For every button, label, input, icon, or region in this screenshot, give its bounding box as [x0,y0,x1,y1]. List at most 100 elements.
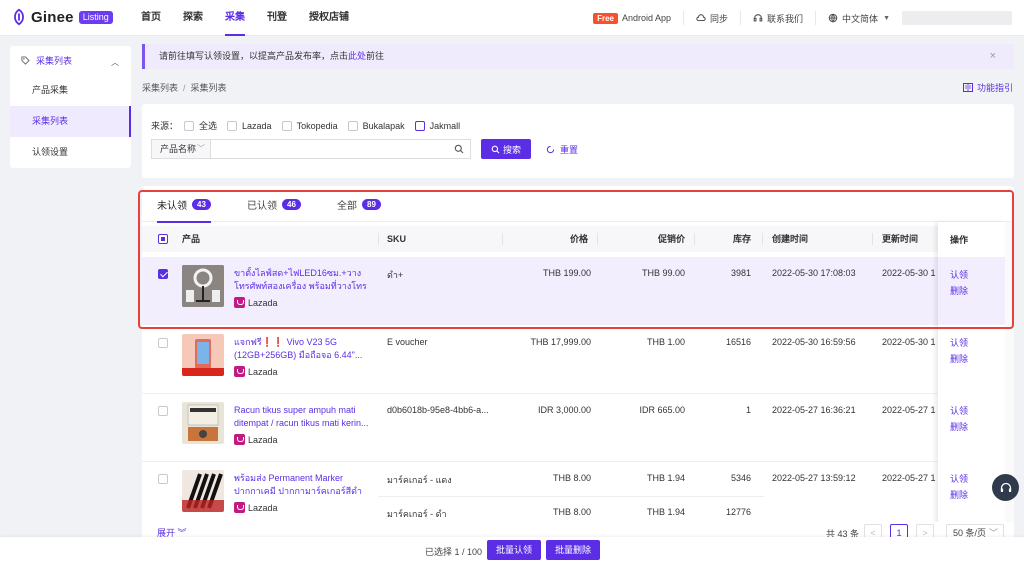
batch-claim-button[interactable]: 批量认领 [487,540,541,560]
product-thumbnail[interactable] [182,334,224,376]
table-row[interactable]: Racun tikus super ampuh mati ditempat / … [142,394,1005,462]
delete-link[interactable]: 删除 [950,352,968,365]
notice-banner: 请前往填写认领设置，以提高产品发布率，点击此处前往 × [142,44,1014,69]
user-account-menu[interactable] [902,11,1012,25]
notice-text: 请前往填写认领设置，以提高产品发布率，点击 [159,51,349,61]
search-row: 产品名称 ﹀ 搜索 重置 [151,139,578,159]
claim-link[interactable]: 认领 [950,472,968,485]
product-image-ring-light [182,265,224,307]
stock-cell: 12776 [725,507,751,517]
row-checkbox[interactable] [158,338,168,348]
price-cell: THB 8.00 [552,507,591,517]
breadcrumb-root[interactable]: 采集列表 [142,83,178,93]
refresh-icon [546,145,555,153]
checkbox[interactable] [227,120,238,131]
row-checkbox[interactable] [158,474,168,484]
sync-button[interactable]: 同步 [683,11,740,25]
logo[interactable]: Ginee Listing [10,8,113,26]
tab-claimed[interactable]: 已认领 46 [247,186,301,222]
claim-link[interactable]: 认领 [950,268,968,281]
col-price: 价格 [569,234,588,244]
breadcrumb-separator: / [183,83,186,93]
checkbox[interactable] [184,120,195,131]
sidebar-item-product-collect[interactable]: 产品采集 [10,75,131,106]
reset-button[interactable]: 重置 [546,143,578,156]
ginee-logo-icon [14,8,24,26]
top-right-tools: Free Android App 同步 联系我们 中文简体 ▼ [581,0,1024,36]
platform-tag: Lazada [234,502,278,513]
product-table-card: 未认领 43 已认领 46 全部 89 产品 SKU 价格 促销价 库存 创建时间 更… [142,186,1014,536]
nav-publish[interactable]: 刊登 [256,0,298,36]
checkbox[interactable] [347,120,358,131]
product-name-link[interactable]: Racun tikus super ampuh mati ditempat / … [234,404,369,430]
bulk-action-bar: 已选择 1 / 100 批量认领 批量删除 [0,537,1024,564]
delete-link[interactable]: 删除 [950,488,968,501]
nav-home[interactable]: 首页 [130,0,172,36]
sku-cell: ดำ+ [387,270,404,280]
batch-delete-button[interactable]: 批量删除 [546,540,600,560]
lazada-icon [234,502,245,513]
source-option-jakmall[interactable]: Jakmall [414,120,460,131]
feature-guide-label: 功能指引 [976,83,1013,93]
free-badge: Free [593,12,618,24]
table-row[interactable]: ขาตั้งไลฟ์สด+ไฟLED16ซม.+วางโทรศัพท์สองเค… [142,257,1005,325]
source-option-all[interactable]: 全选 [184,119,217,132]
product-image-markers [182,470,224,512]
sidebar-item-claim-settings[interactable]: 认领设置 [10,137,131,168]
nav-explore[interactable]: 探索 [172,0,214,36]
select-all-checkbox[interactable] [158,234,168,244]
product-name-link[interactable]: ขาตั้งไลฟ์สด+ไฟLED16ซม.+วางโทรศัพท์สองเค… [234,267,369,293]
feature-guide-link[interactable]: 功能指引 [962,81,1013,94]
platform-label: Lazada [248,502,278,513]
stock-cell: 16516 [725,337,751,347]
delete-link[interactable]: 删除 [950,420,968,433]
sku-cell: มาร์คเกอร์ - ดำ [387,509,447,519]
table-row[interactable]: แจกฟรี❗️❗️ Vivo V23 5G (12GB+256GB) มือถ… [142,326,1005,394]
tab-unclaimed[interactable]: 未认领 43 [157,186,211,223]
checkbox[interactable] [414,120,425,131]
support-chat-button[interactable] [992,474,1019,501]
product-thumbnail[interactable] [182,265,224,307]
search-input[interactable] [211,139,471,159]
search-field-label: 产品名称 [160,144,197,154]
tab-all[interactable]: 全部 89 [337,186,381,222]
platform-tag: Lazada [234,366,278,377]
product-thumbnail[interactable] [182,470,224,512]
option-label: Tokopedia [296,120,338,131]
row-checkbox[interactable] [158,406,168,416]
brand-badge: Listing [78,10,113,24]
updated-time-cell: 2022-05-30 1 [882,268,936,278]
product-thumbnail[interactable] [182,402,224,444]
col-stock: 库存 [732,234,751,244]
contact-us-button[interactable]: 联系我们 [740,11,815,25]
created-time-cell: 2022-05-27 16:36:21 [772,405,856,415]
checkbox[interactable] [281,120,292,131]
column-divider [378,233,379,245]
price-cell: THB 17,999.00 [530,337,591,347]
nav-authorized-stores[interactable]: 授权店铺 [298,0,360,36]
platform-tag: Lazada [234,297,278,308]
sync-label: 同步 [710,13,729,24]
sidebar-item-collect-list[interactable]: 采集列表 [10,106,131,137]
sidebar-group-collect-list[interactable]: 采集列表 ︿ [10,46,131,75]
delete-link[interactable]: 删除 [950,284,968,297]
search-icon[interactable] [454,144,464,154]
row-checkbox[interactable] [158,269,168,279]
language-select[interactable]: 中文简体 ▼ [815,11,902,25]
product-name-link[interactable]: แจกฟรี❗️❗️ Vivo V23 5G (12GB+256GB) มือถ… [234,336,369,362]
source-option-bukalapak[interactable]: Bukalapak [347,120,405,131]
product-name-link[interactable]: พร้อมส่ง Permanent Marker ปากกาเคมี ปากก… [234,472,369,498]
notice-link[interactable]: 此处 [348,51,366,61]
tab-label: 未认领 [157,200,187,212]
source-option-tokopedia[interactable]: Tokopedia [281,120,338,131]
source-option-lazada[interactable]: Lazada [227,120,272,131]
close-icon[interactable]: × [990,44,996,69]
android-app-link[interactable]: Free Android App [581,11,683,25]
stock-cell: 1 [745,405,751,415]
claim-link[interactable]: 认领 [950,336,968,349]
stock-cell: 3981 [730,268,751,278]
search-field-select[interactable]: 产品名称 ﹀ [151,139,211,159]
nav-collect[interactable]: 采集 [214,0,256,36]
search-button[interactable]: 搜索 [481,139,531,159]
claim-link[interactable]: 认领 [950,404,968,417]
